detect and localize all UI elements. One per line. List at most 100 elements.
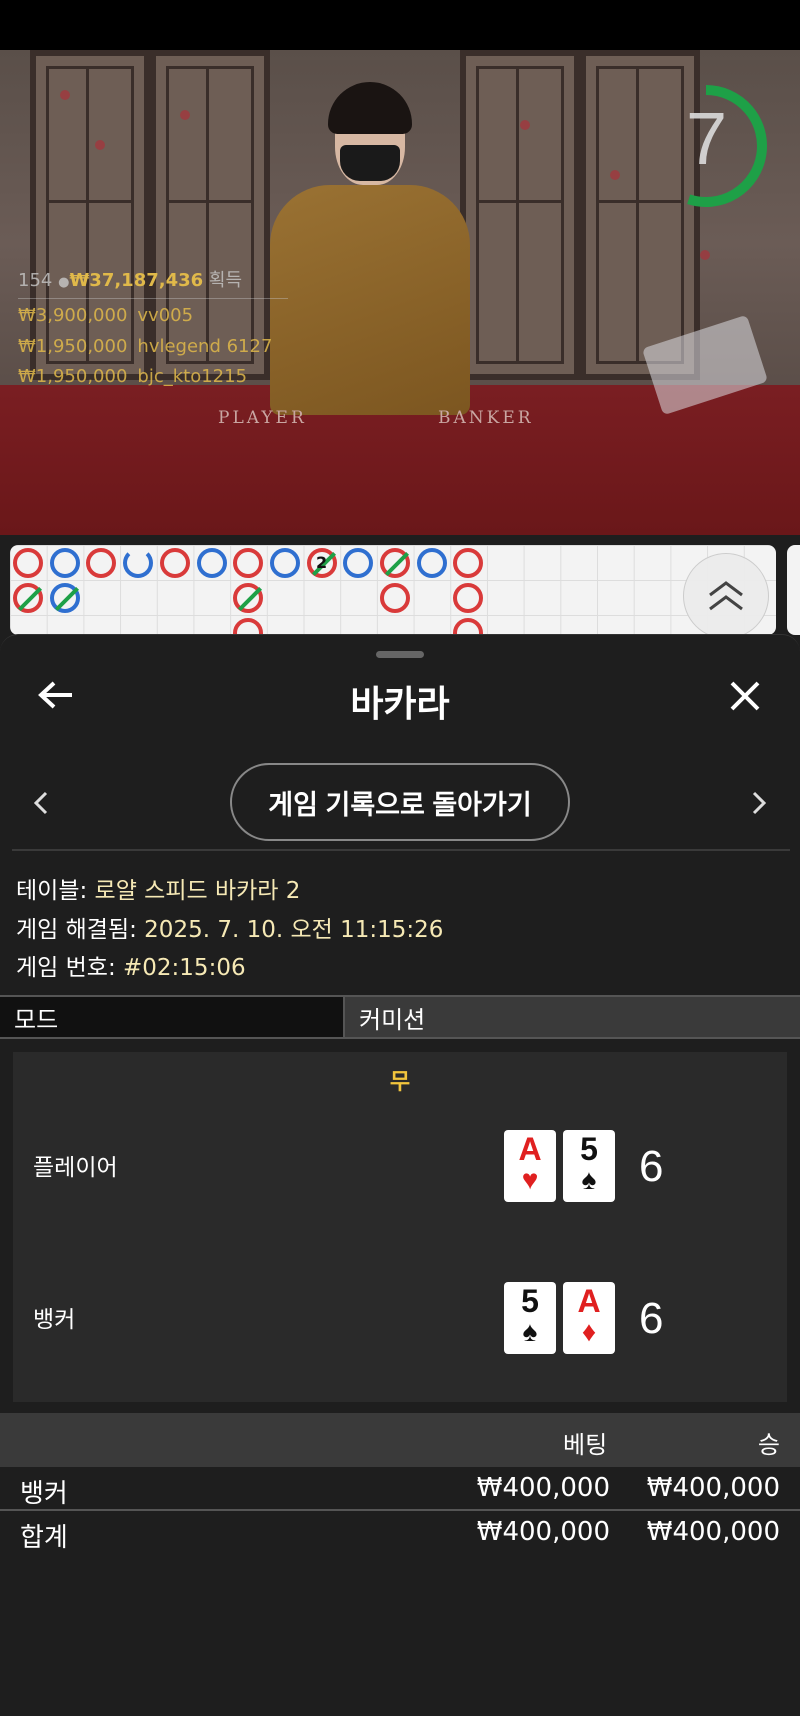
- table-info: 테이블: 로얄 스피드 바카라 2: [16, 871, 300, 905]
- bet-column-header: 베팅: [563, 1431, 608, 1459]
- close-icon: [730, 681, 760, 711]
- winnings-suffix: 획득: [208, 270, 243, 291]
- commission-label: 커미션: [345, 997, 800, 1037]
- app-screen: PLAYER BANKER 7 154 ●₩37,187,436 획득 ₩3,9…: [0, 0, 800, 1716]
- card-suit-icon: ♥: [521, 1164, 539, 1195]
- countdown-timer: 7: [676, 78, 772, 214]
- table-row: 뱅커 ₩400,000 ₩400,000: [0, 1467, 800, 1509]
- countdown-number: 7: [686, 97, 728, 180]
- bet-row-label: 뱅커: [20, 1479, 68, 1509]
- pair-slash-icon: [238, 586, 263, 612]
- pair-slash-icon: [17, 586, 43, 612]
- pair-slash-icon: [384, 551, 410, 577]
- game-number-value: #02:15:06: [123, 955, 246, 981]
- mode-row: 모드 커미션: [0, 995, 800, 1039]
- mode-label: 모드: [0, 997, 345, 1037]
- resolved-info: 게임 해결됨: 2025. 7. 10. 오전 11:15:26: [16, 910, 443, 944]
- player-bead-icon: [269, 548, 300, 578]
- dealer: [210, 82, 510, 420]
- winner-name: vv005: [137, 305, 194, 326]
- card-rank: 5: [521, 1283, 539, 1319]
- banker-hand-label: 뱅커: [33, 1307, 76, 1333]
- winner-row: ₩3,900,000 vv005: [18, 305, 193, 326]
- player-bead-icon: [49, 548, 80, 578]
- resolved-info-value: 2025. 7. 10. 오전 11:15:26: [144, 917, 444, 943]
- playing-card: A ♦: [563, 1282, 615, 1354]
- player-hand-label: 플레이어: [33, 1155, 118, 1181]
- player-bead-icon: [49, 583, 80, 613]
- folding-screen-panel: [30, 50, 150, 380]
- expand-roadmap-button[interactable]: [683, 553, 769, 639]
- card-suit-icon: ♦: [581, 1316, 597, 1347]
- card-rank: 5: [580, 1131, 598, 1167]
- total-winnings: ₩37,187,436: [69, 270, 204, 291]
- player-bead-icon: [416, 548, 447, 578]
- banker-score: 6: [639, 1294, 664, 1343]
- playing-card: 5 ♠: [563, 1130, 615, 1202]
- next-game-button[interactable]: [744, 783, 774, 823]
- chevron-right-icon: [752, 791, 766, 815]
- resolved-info-label: 게임 해결됨:: [16, 917, 145, 943]
- result-panel: 무 플레이어 A ♥ 5 ♠ 6 뱅커 5 ♠ A ♦ 6: [13, 1052, 787, 1402]
- win-amount: ₩400,000: [646, 1473, 780, 1503]
- player-bead-icon: [196, 548, 227, 578]
- game-history-sheet: 바카라 게임 기록으로 돌아가기 테이블: 로얄 스피드 바카라 2 게임 해결…: [0, 634, 800, 1716]
- game-number-label: 게임 번호:: [16, 955, 124, 981]
- banker-bead-icon: [453, 548, 484, 578]
- playing-card: A ♥: [504, 1130, 556, 1202]
- bet-amount: ₩400,000: [476, 1473, 610, 1503]
- card-suit-icon: ♠: [522, 1316, 538, 1347]
- table-label-banker: BANKER: [438, 408, 534, 428]
- divider: [12, 849, 790, 851]
- game-number-info: 게임 번호: #02:15:06: [16, 948, 246, 982]
- banker-bead-icon: [86, 548, 117, 578]
- card-rank: A: [577, 1283, 601, 1319]
- table-info-value: 로얄 스피드 바카라 2: [94, 878, 301, 904]
- sheet-grabber[interactable]: [376, 651, 424, 658]
- player-count: 154: [18, 270, 53, 291]
- banker-bead-icon: [380, 548, 410, 578]
- close-button[interactable]: [722, 673, 768, 719]
- bet-row-label: 합계: [20, 1523, 68, 1553]
- winner-amount: ₩1,950,000: [18, 366, 128, 387]
- sheet-title: 바카라: [350, 684, 450, 725]
- status-bar: [0, 0, 800, 50]
- player-bead-icon: [343, 548, 374, 578]
- pair-slash-icon: [54, 586, 79, 612]
- secondary-road-map[interactable]: [787, 545, 800, 635]
- card-rank: A: [518, 1131, 542, 1167]
- banker-bead-icon: 2: [306, 548, 337, 578]
- person-icon: ●: [58, 275, 70, 290]
- banker-bead-icon: [13, 548, 43, 578]
- banker-bead-icon: [233, 618, 264, 635]
- banker-bead-icon: [453, 583, 484, 613]
- chevron-left-icon: [34, 791, 48, 815]
- banker-bead-icon: [233, 583, 264, 613]
- win-column-header: 승: [757, 1431, 780, 1459]
- back-to-history-button[interactable]: 게임 기록으로 돌아가기: [230, 763, 570, 841]
- banker-bead-icon: [380, 583, 410, 613]
- bead-road-map[interactable]: 2: [10, 545, 776, 635]
- winner-row: ₩1,950,000 hvlegend 6127: [18, 336, 272, 357]
- winner-amount: ₩3,900,000: [18, 305, 128, 326]
- playing-card: 5 ♠: [504, 1282, 556, 1354]
- winner-amount: ₩1,950,000: [18, 336, 128, 357]
- winner-name: hvlegend 6127: [137, 336, 273, 357]
- bets-table-header: 베팅 승: [0, 1413, 800, 1467]
- card-suit-icon: ♠: [581, 1164, 597, 1195]
- banker-bead-icon: [233, 548, 264, 578]
- result-outcome: 무: [389, 1070, 411, 1095]
- bet-amount: ₩400,000: [476, 1517, 610, 1547]
- previous-game-button[interactable]: [26, 783, 56, 823]
- table-label-player: PLAYER: [218, 408, 307, 428]
- player-score: 6: [639, 1142, 664, 1191]
- player-stats: 154 ●₩37,187,436 획득: [18, 266, 242, 292]
- winner-row: ₩1,950,000 bjc_kto1215: [18, 366, 247, 387]
- bead-number: 2: [316, 553, 328, 572]
- winner-name: bjc_kto1215: [137, 366, 248, 387]
- stats-divider: [18, 298, 288, 299]
- double-chevron-up-icon: [709, 581, 743, 611]
- banker-bead-icon: [453, 618, 484, 635]
- banker-bead-icon: [13, 583, 43, 613]
- player-bead-icon: [123, 548, 154, 578]
